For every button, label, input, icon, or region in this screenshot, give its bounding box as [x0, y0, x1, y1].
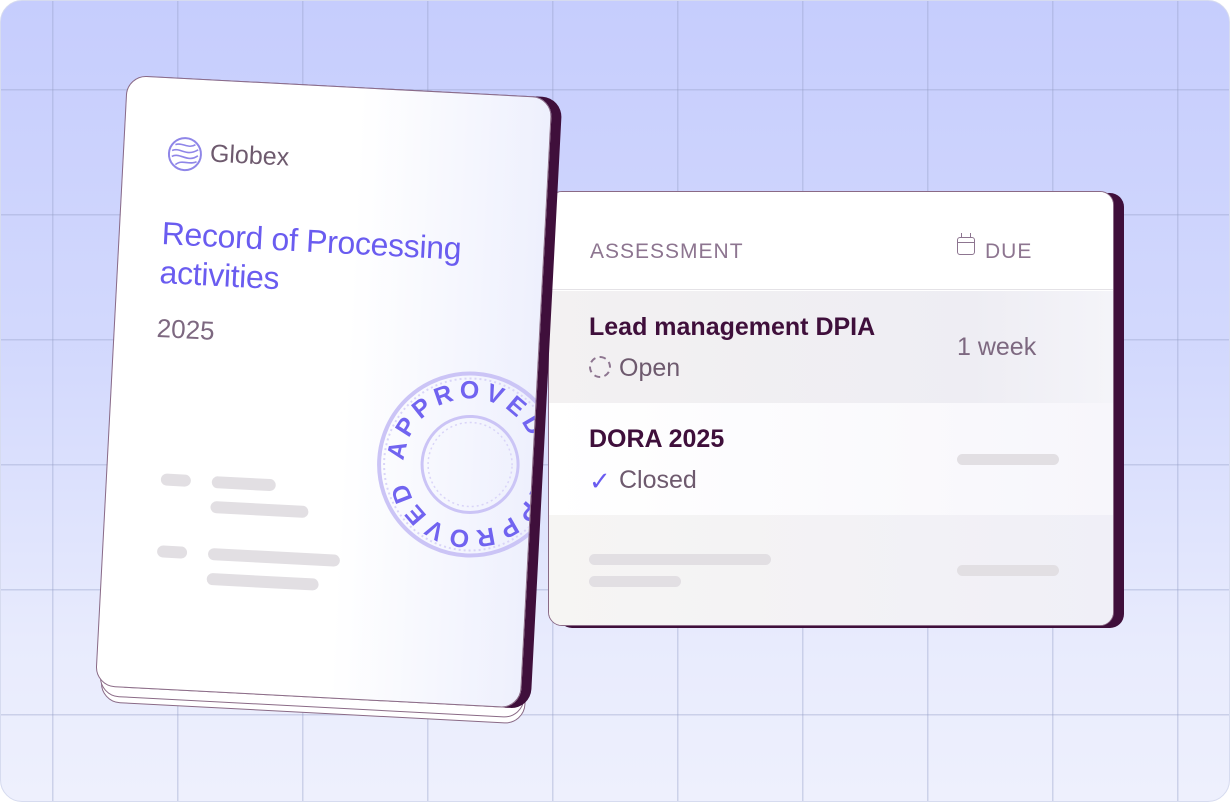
document-year: 2025 [156, 312, 216, 346]
text-placeholder [207, 547, 341, 567]
document-stack: Globex Record of Processing activities 2… [1, 1, 1229, 801]
text-placeholder [206, 572, 319, 591]
document-title: Record of Processing activities [158, 215, 463, 297]
text-placeholder [210, 500, 309, 519]
processing-record-document[interactable]: Globex Record of Processing activities 2… [94, 75, 553, 709]
approved-stamp: APPROVED • APPROVED • [370, 365, 553, 558]
text-placeholder [160, 473, 192, 487]
brand-name: Globex [209, 139, 290, 172]
text-placeholder [211, 476, 277, 492]
text-placeholder [156, 545, 188, 559]
globe-icon [167, 136, 203, 173]
illustration-frame: ASSESSMENT DUE Lead management DPIA Open… [0, 0, 1230, 802]
